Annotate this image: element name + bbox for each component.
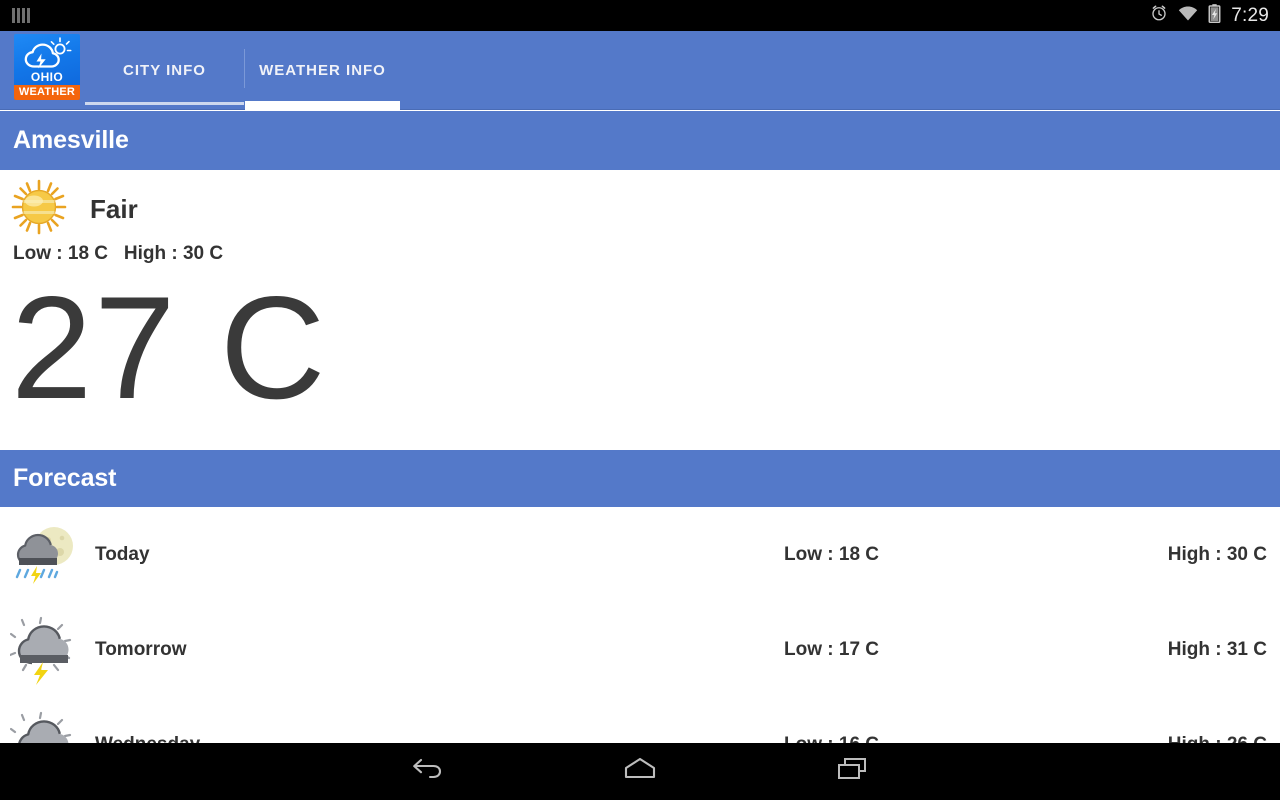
recent-apps-icon [836,756,870,787]
cloud-lightning-sun-icon [14,36,80,72]
forecast-list[interactable]: Today Low : 18 C High : 30 C Tomorrow Lo… [0,507,1280,743]
alarm-clock-icon [1150,4,1168,27]
tab-strip: CITY INFO WEATHER INFO [80,31,400,110]
forecast-high: High : 30 C [1167,543,1267,565]
home-icon [622,756,658,787]
forecast-day: Tomorrow [95,638,187,660]
table-row[interactable]: Tomorrow Low : 17 C High : 31 C [0,602,1280,697]
status-bar-clock: 7:29 [1231,5,1269,26]
app-logo-line2: WEATHER [14,85,80,100]
city-name: Amesville [13,126,129,154]
forecast-section-header: Forecast [0,450,1280,507]
wifi-icon [1178,5,1198,26]
table-row[interactable]: Today Low : 18 C High : 30 C [0,507,1280,602]
status-bar-notifications [0,8,1150,23]
thunderstorm-icon [8,615,80,685]
current-conditions-panel: Fair Low : 18 C High : 30 C 27 C [0,170,1280,450]
android-status-bar: 7:29 [0,0,1280,31]
app-logo-line1: OHIO [30,70,64,84]
status-bar-system-icons: 7:29 [1150,3,1280,28]
current-condition-row: Fair [0,178,138,241]
forecast-title: Forecast [13,464,117,492]
forecast-day: Wednesday [95,734,200,744]
forecast-low: Low : 16 C [784,734,879,744]
forecast-low: Low : 17 C [784,638,880,660]
back-button[interactable] [321,743,534,800]
tab-weather-info[interactable]: WEATHER INFO [245,31,400,110]
recent-apps-button[interactable] [747,743,960,800]
current-low-high: Low : 18 C High : 30 C [13,243,224,264]
tab-weather-info-label: WEATHER INFO [259,62,386,79]
current-temperature: 27 C [11,266,328,429]
thunderstorm-icon [9,710,80,743]
forecast-high: High : 26 C [1168,734,1267,744]
city-section-header: Amesville [0,111,1280,170]
app-logo[interactable]: OHIO WEATHER [14,34,80,100]
sun-icon [0,178,78,241]
forecast-high: High : 31 C [1167,638,1267,660]
forecast-day: Today [95,543,150,565]
app-screen: 7:29 OHIO WEATHER CITY INFO WEATHER INFO… [0,0,1280,800]
tab-city-info-label: CITY INFO [123,62,206,79]
menu-bars-icon [12,8,30,23]
android-navigation-bar [0,743,1280,800]
current-condition-label: Fair [90,194,138,224]
back-icon [408,755,446,788]
forecast-low: Low : 18 C [784,543,880,565]
moon-thunderstorm-rain-icon [10,520,80,590]
battery-charging-icon [1208,3,1221,28]
home-button[interactable] [534,743,747,800]
app-tab-bar: OHIO WEATHER CITY INFO WEATHER INFO [0,31,1280,110]
tab-city-info[interactable]: CITY INFO [85,31,244,110]
table-row[interactable]: Wednesday Low : 16 C High : 26 C [0,697,1280,743]
